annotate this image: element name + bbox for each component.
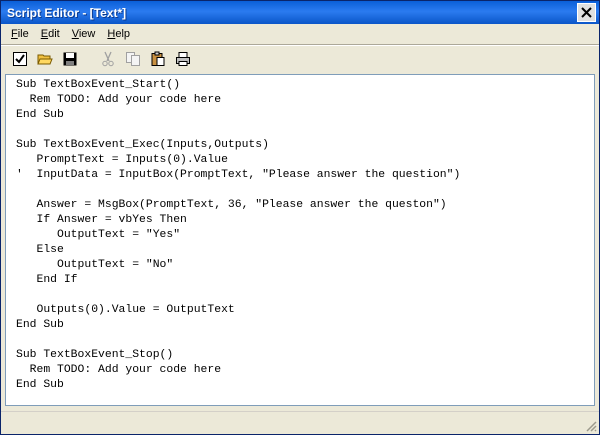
code-line: Sub TextBoxEvent_Start()	[16, 79, 181, 91]
code-text[interactable]: Sub TextBoxEvent_Start() Rem TODO: Add y…	[6, 75, 594, 393]
script-editor-window: Script Editor - [Text*] File Edit View H…	[0, 0, 600, 435]
cut-icon	[102, 51, 114, 67]
code-line: OutputText = "Yes"	[16, 229, 181, 241]
code-line: End If	[16, 274, 78, 286]
paste-icon	[151, 51, 165, 66]
code-line: ' InputData = InputBox(PromptText, "Plea…	[16, 169, 461, 181]
code-line: OutputText = "No"	[16, 259, 174, 271]
window-title: Script Editor - [Text*]	[7, 5, 127, 20]
toolbar	[1, 46, 599, 72]
copy-button[interactable]	[122, 48, 144, 70]
paste-button[interactable]	[147, 48, 169, 70]
code-editor[interactable]: Sub TextBoxEvent_Start() Rem TODO: Add y…	[5, 74, 595, 406]
code-line: Sub TextBoxEvent_Exec(Inputs,Outputs)	[16, 139, 269, 151]
code-line: End Sub	[16, 319, 64, 331]
cut-button[interactable]	[97, 48, 119, 70]
check-button[interactable]	[9, 48, 31, 70]
menu-edit[interactable]: Edit	[35, 26, 66, 42]
code-line: Outputs(0).Value = OutputText	[16, 304, 235, 316]
code-line: Rem TODO: Add your code here	[16, 94, 222, 106]
menu-view[interactable]: View	[66, 26, 102, 42]
menu-help[interactable]: Help	[101, 26, 136, 42]
code-line: Else	[16, 244, 64, 256]
code-line: Sub TextBoxEvent_Stop()	[16, 349, 174, 361]
code-line: End Sub	[16, 109, 64, 121]
code-line: PromptText = Inputs(0).Value	[16, 154, 228, 166]
title-bar[interactable]: Script Editor - [Text*]	[1, 1, 599, 24]
check-icon	[13, 52, 27, 66]
save-icon	[63, 52, 77, 66]
print-button[interactable]	[172, 48, 194, 70]
print-icon	[176, 52, 190, 66]
resize-grip-icon[interactable]	[585, 420, 597, 432]
menu-file[interactable]: File	[5, 26, 35, 42]
save-button[interactable]	[59, 48, 81, 70]
code-line: If Answer = vbYes Then	[16, 214, 187, 226]
open-folder-icon	[37, 54, 53, 65]
close-icon	[581, 7, 592, 18]
close-button[interactable]	[577, 3, 596, 22]
code-line: Answer = MsgBox(PromptText, 36, "Please …	[16, 199, 447, 211]
menu-bar: File Edit View Help	[1, 24, 599, 44]
code-line: Rem TODO: Add your code here	[16, 364, 222, 376]
status-bar	[1, 411, 599, 434]
open-button[interactable]	[34, 48, 56, 70]
code-line: End Sub	[16, 379, 64, 391]
copy-icon	[126, 52, 140, 66]
